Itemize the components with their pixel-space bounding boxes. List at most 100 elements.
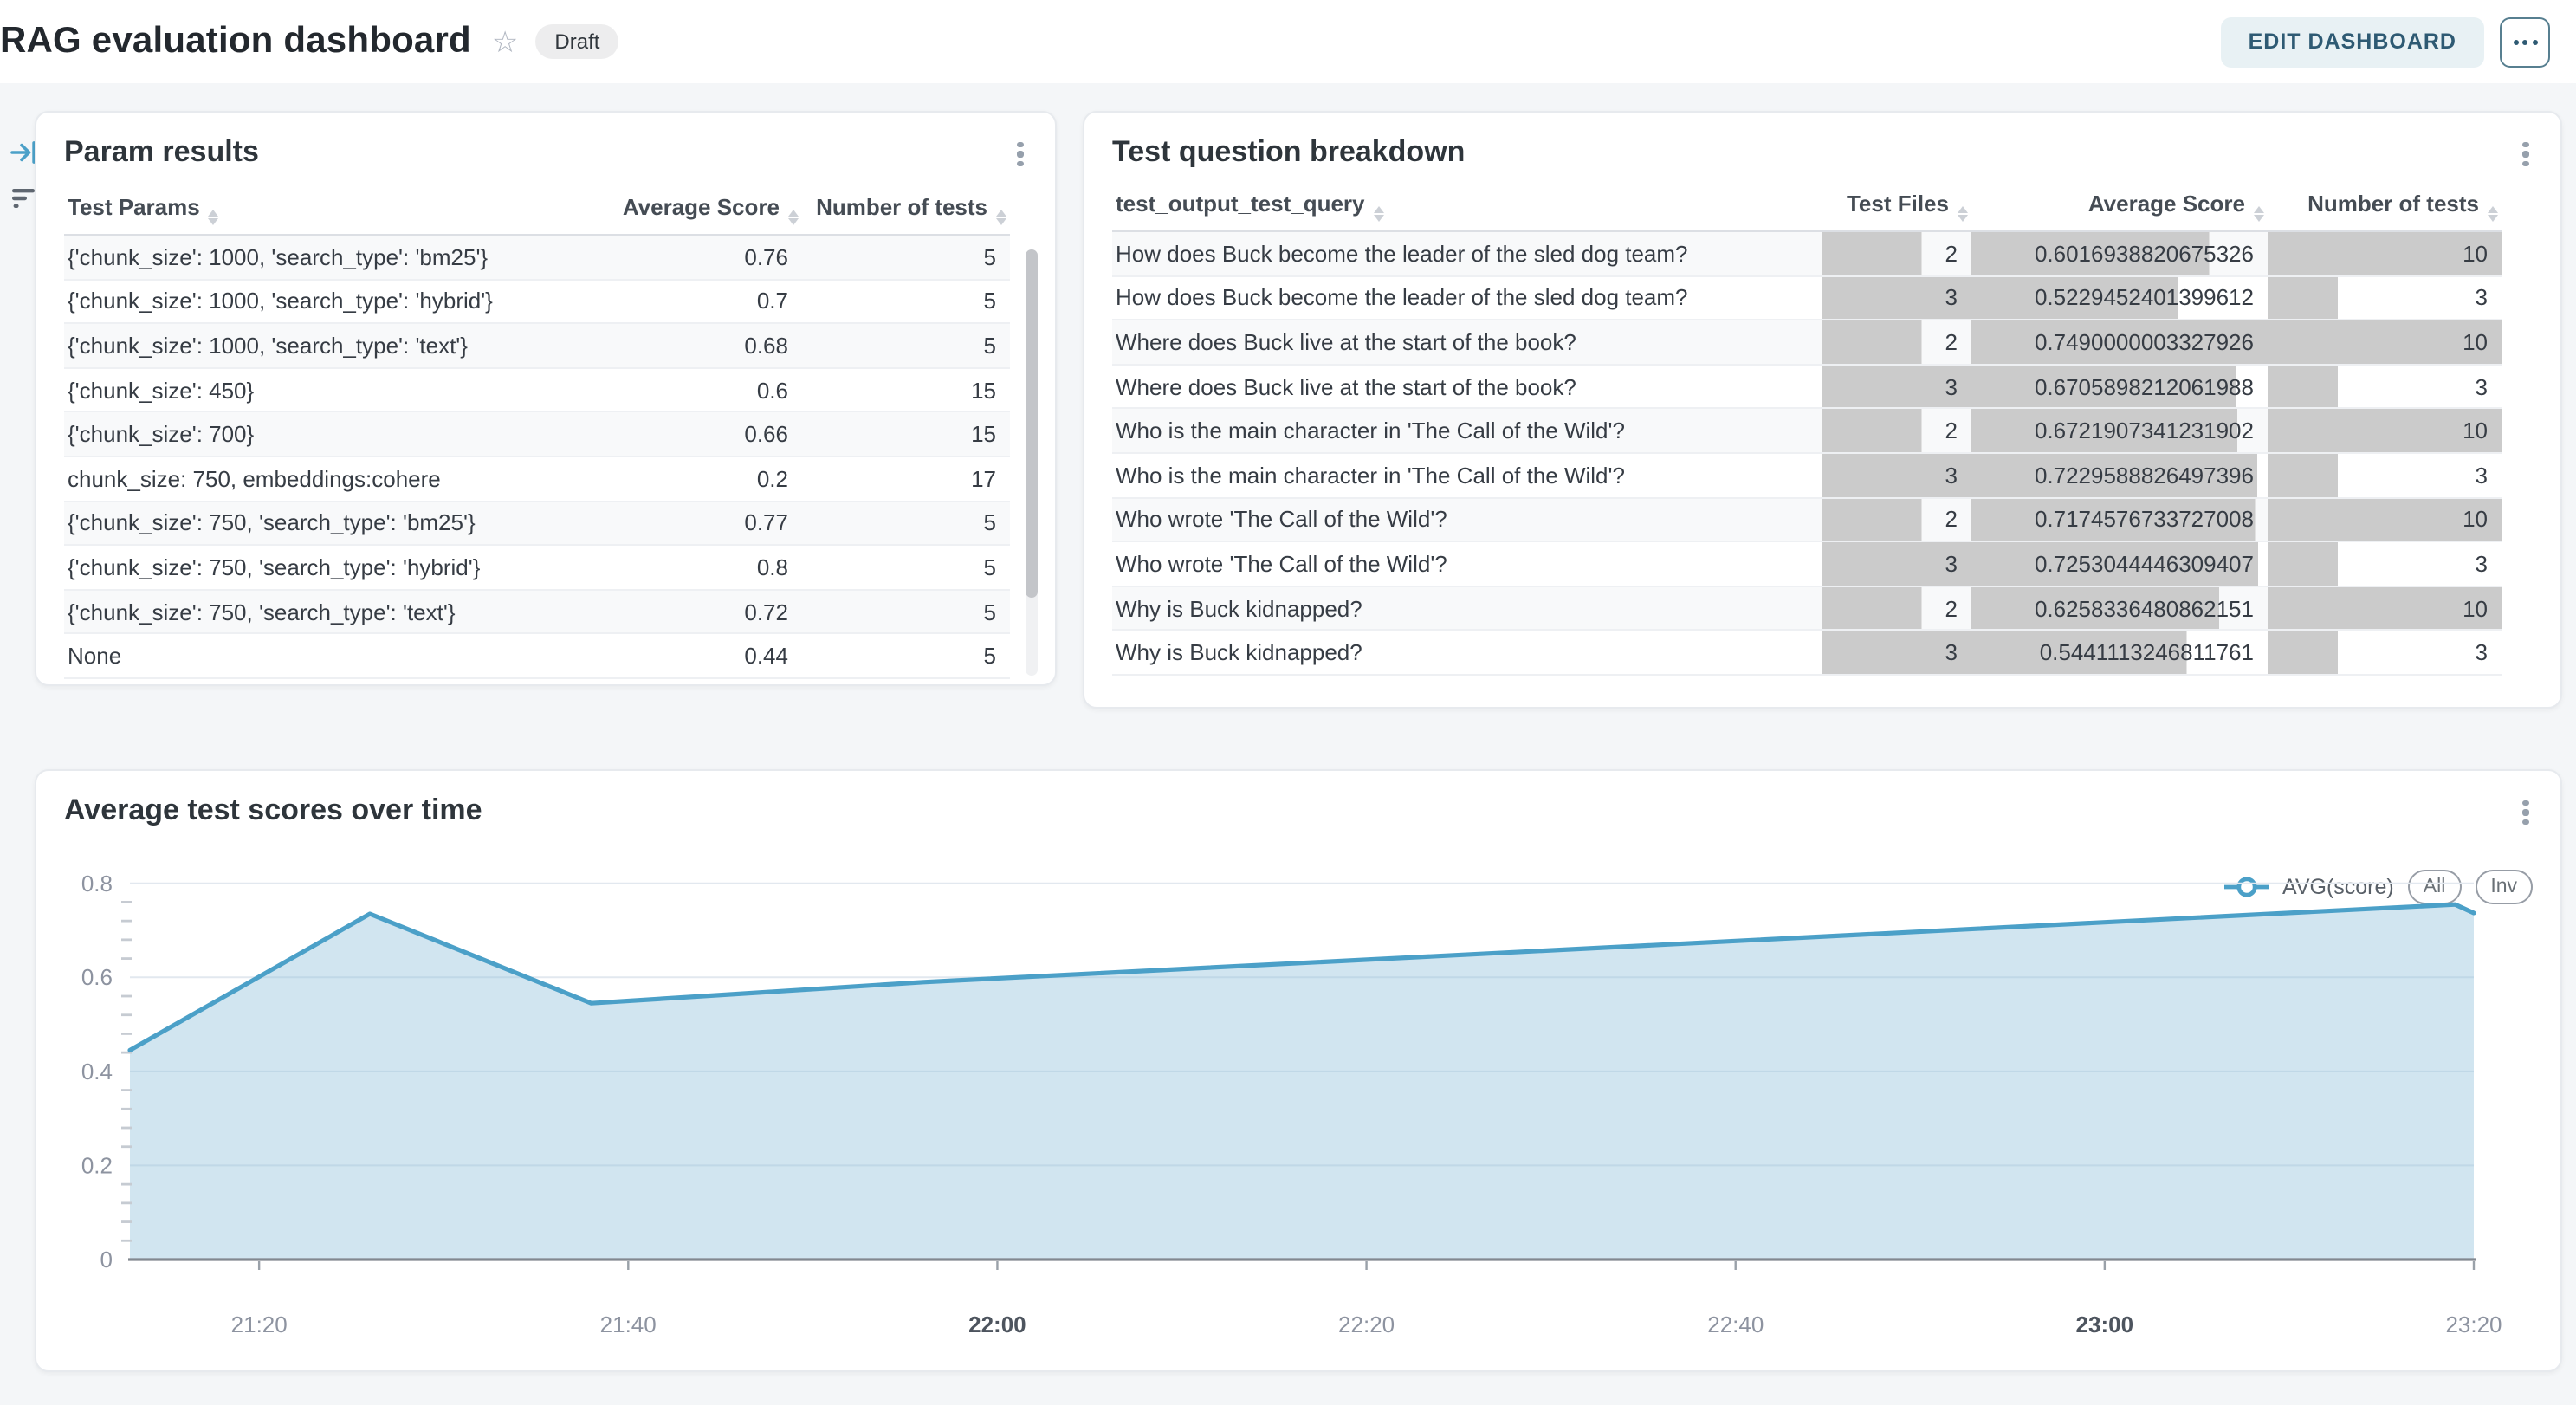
scrollbar-thumb[interactable] <box>1026 249 1038 598</box>
cell-average-score[interactable]: 0.7229588826497396 <box>1971 453 2268 497</box>
cell-number-of-tests[interactable]: 3 <box>2268 541 2502 586</box>
cell-average-score[interactable]: 0.6258336480862151 <box>1971 586 2268 631</box>
cell-average-score[interactable]: 0.6 <box>542 368 802 412</box>
cell-average-score[interactable]: 0.7253044446309407 <box>1971 541 2268 586</box>
table-row[interactable]: {'chunk_size': 1000, 'search_type': 'tex… <box>64 323 1010 367</box>
cell-number-of-tests[interactable]: 5 <box>802 634 1010 678</box>
card-menu-kebab-icon[interactable] <box>2514 797 2538 828</box>
card-menu-kebab-icon[interactable] <box>1008 139 1032 170</box>
cell-test-files[interactable]: 3 <box>1822 275 1971 320</box>
cell-test-query[interactable]: How does Buck become the leader of the s… <box>1112 231 1822 275</box>
cell-average-score[interactable]: 0.6705898212061988 <box>1971 365 2268 409</box>
table-row[interactable]: chunk_size: 750, embeddings:cohere0.217 <box>64 456 1010 501</box>
table-row[interactable]: How does Buck become the leader of the s… <box>1112 275 2502 320</box>
cell-test-files[interactable]: 3 <box>1822 541 1971 586</box>
table-row[interactable]: Why is Buck kidnapped?20.625833648086215… <box>1112 586 2502 631</box>
cell-test-query[interactable]: Who wrote 'The Call of the Wild'? <box>1112 541 1822 586</box>
cell-average-score[interactable]: 0.2 <box>542 456 802 501</box>
cell-test-params[interactable]: {'chunk_size': 1000, 'search_type': 'bm2… <box>64 235 542 279</box>
cell-number-of-tests[interactable]: 10 <box>2268 409 2502 453</box>
cell-average-score[interactable]: 0.7 <box>542 279 802 323</box>
cell-number-of-tests[interactable]: 17 <box>802 456 1010 501</box>
cell-test-params[interactable]: {'chunk_size': 750, 'search_type': 'text… <box>64 590 542 634</box>
cell-test-query[interactable]: Who wrote 'The Call of the Wild'? <box>1112 497 1822 541</box>
cell-number-of-tests[interactable]: 10 <box>2268 586 2502 631</box>
cell-average-score[interactable]: 0.5441113246811761 <box>1971 631 2268 675</box>
table-row[interactable]: Who is the main character in 'The Call o… <box>1112 453 2502 497</box>
scores-line-chart[interactable]: 00.20.40.60.821:2021:4022:0022:2022:4023… <box>36 847 2564 1367</box>
table-row[interactable]: {'chunk_size': 750, 'search_type': 'hybr… <box>64 545 1010 589</box>
cell-test-files[interactable]: 2 <box>1822 586 1971 631</box>
column-header-average-score[interactable]: Average Score <box>1971 182 2268 231</box>
cell-average-score[interactable]: 0.5229452401399612 <box>1971 275 2268 320</box>
cell-average-score[interactable]: 0.8 <box>542 545 802 589</box>
table-row[interactable]: {'chunk_size': 700}0.6615 <box>64 412 1010 456</box>
cell-number-of-tests[interactable]: 3 <box>2268 631 2502 675</box>
cell-test-params[interactable]: {'chunk_size': 1000, 'search_type': 'tex… <box>64 323 542 367</box>
cell-test-files[interactable]: 3 <box>1822 365 1971 409</box>
table-row[interactable]: Why is Buck kidnapped?30.544111324681176… <box>1112 631 2502 675</box>
column-header-number-of-tests[interactable]: Number of tests <box>2268 182 2502 231</box>
cell-test-params[interactable]: chunk_size: 750, embeddings:cohere <box>64 456 542 501</box>
column-header-test-params[interactable]: Test Params <box>64 185 542 235</box>
cell-average-score[interactable]: 0.72 <box>542 590 802 634</box>
cell-average-score[interactable]: 0.44 <box>542 634 802 678</box>
cell-test-files[interactable]: 3 <box>1822 631 1971 675</box>
cell-number-of-tests[interactable]: 5 <box>802 323 1010 367</box>
cell-test-query[interactable]: Why is Buck kidnapped? <box>1112 631 1822 675</box>
table-row[interactable]: {'chunk_size': 1000, 'search_type': 'hyb… <box>64 279 1010 323</box>
cell-number-of-tests[interactable]: 3 <box>2268 275 2502 320</box>
cell-average-score[interactable]: 0.66 <box>542 412 802 456</box>
table-row[interactable]: How does Buck become the leader of the s… <box>1112 231 2502 275</box>
cell-test-files[interactable]: 2 <box>1822 320 1971 364</box>
column-header-number-of-tests[interactable]: Number of tests <box>802 185 1010 235</box>
cell-test-query[interactable]: Where does Buck live at the start of the… <box>1112 365 1822 409</box>
cell-average-score[interactable]: 0.77 <box>542 501 802 545</box>
table-row[interactable]: Where does Buck live at the start of the… <box>1112 365 2502 409</box>
table-row[interactable]: {'chunk_size': 450}0.615 <box>64 368 1010 412</box>
cell-test-params[interactable]: {'chunk_size': 1000, 'search_type': 'hyb… <box>64 279 542 323</box>
cell-number-of-tests[interactable]: 15 <box>802 368 1010 412</box>
column-header-test-query[interactable]: test_output_test_query <box>1112 182 1822 231</box>
cell-number-of-tests[interactable]: 5 <box>802 590 1010 634</box>
cell-average-score[interactable]: 0.6721907341231902 <box>1971 409 2268 453</box>
cell-number-of-tests[interactable]: 3 <box>2268 365 2502 409</box>
table-row[interactable]: {'chunk_size': 750, 'search_type': 'bm25… <box>64 501 1010 545</box>
column-header-test-files[interactable]: Test Files <box>1822 182 1971 231</box>
bookmark-star-icon[interactable]: ☆ <box>492 27 519 56</box>
cell-test-files[interactable]: 2 <box>1822 497 1971 541</box>
table-row[interactable]: Who is the main character in 'The Call o… <box>1112 409 2502 453</box>
cell-number-of-tests[interactable]: 3 <box>2268 453 2502 497</box>
cell-average-score[interactable]: 0.7490000003327926 <box>1971 320 2268 364</box>
cell-test-params[interactable]: {'chunk_size': 750, 'search_type': 'bm25… <box>64 501 542 545</box>
cell-test-files[interactable]: 3 <box>1822 453 1971 497</box>
table-row[interactable]: Where does Buck live at the start of the… <box>1112 320 2502 364</box>
card-menu-kebab-icon[interactable] <box>2514 139 2538 170</box>
cell-test-params[interactable]: {'chunk_size': 750, 'search_type': 'hybr… <box>64 545 542 589</box>
cell-average-score[interactable]: 0.7174576733727008 <box>1971 497 2268 541</box>
cell-test-files[interactable]: 2 <box>1822 231 1971 275</box>
cell-test-query[interactable]: Why is Buck kidnapped? <box>1112 586 1822 631</box>
cell-number-of-tests[interactable]: 5 <box>802 279 1010 323</box>
cell-number-of-tests[interactable]: 5 <box>802 545 1010 589</box>
cell-number-of-tests[interactable]: 15 <box>802 412 1010 456</box>
cell-test-query[interactable]: Who is the main character in 'The Call o… <box>1112 453 1822 497</box>
cell-average-score[interactable]: 0.68 <box>542 323 802 367</box>
cell-test-query[interactable]: Where does Buck live at the start of the… <box>1112 320 1822 364</box>
cell-number-of-tests[interactable]: 5 <box>802 235 1010 279</box>
table-row[interactable]: Who wrote 'The Call of the Wild'?30.7253… <box>1112 541 2502 586</box>
cell-number-of-tests[interactable]: 5 <box>802 501 1010 545</box>
cell-test-files[interactable]: 2 <box>1822 409 1971 453</box>
cell-average-score[interactable]: 0.6016938820675326 <box>1971 231 2268 275</box>
table-row[interactable]: Who wrote 'The Call of the Wild'?20.7174… <box>1112 497 2502 541</box>
cell-test-query[interactable]: How does Buck become the leader of the s… <box>1112 275 1822 320</box>
edit-dashboard-button[interactable]: EDIT DASHBOARD <box>2221 16 2484 67</box>
cell-test-query[interactable]: Who is the main character in 'The Call o… <box>1112 409 1822 453</box>
table-row[interactable]: {'chunk_size': 750, 'search_type': 'text… <box>64 590 1010 634</box>
cell-test-params[interactable]: {'chunk_size': 700} <box>64 412 542 456</box>
column-header-average-score[interactable]: Average Score <box>542 185 802 235</box>
cell-test-params[interactable]: None <box>64 634 542 678</box>
more-options-button[interactable] <box>2500 16 2550 67</box>
cell-number-of-tests[interactable]: 10 <box>2268 320 2502 364</box>
table-row[interactable]: {'chunk_size': 1000, 'search_type': 'bm2… <box>64 235 1010 279</box>
